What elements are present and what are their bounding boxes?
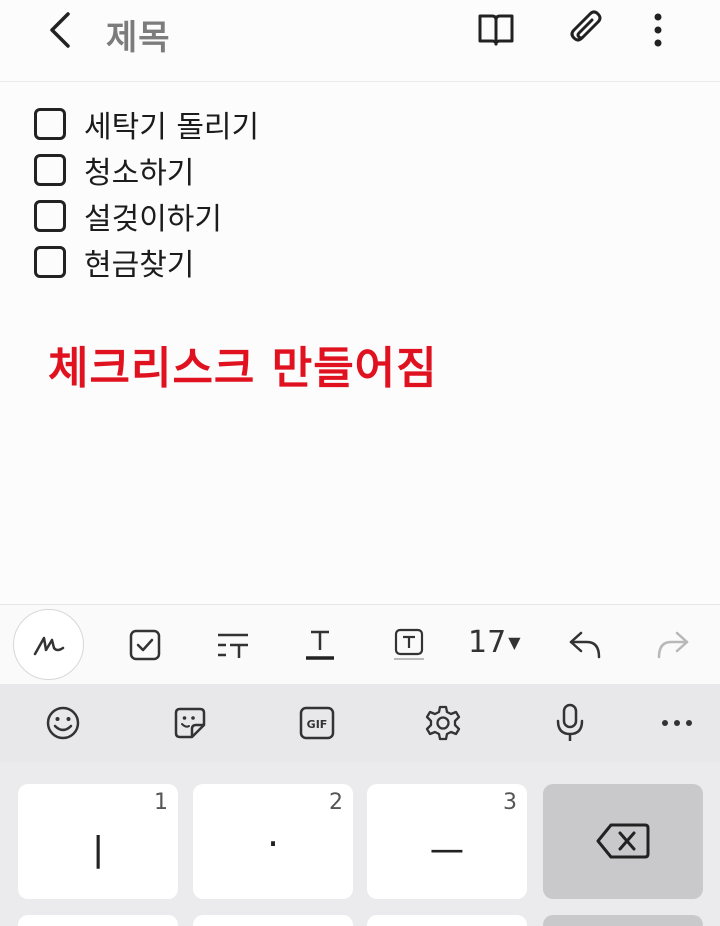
checklist-item[interactable]: 설겆이하기: [34, 193, 259, 239]
sticker-icon[interactable]: [165, 698, 215, 748]
checklist-item[interactable]: 현금찾기: [34, 239, 259, 285]
key-number: 1: [154, 790, 168, 815]
key-3[interactable]: 3 ㅡ: [367, 784, 527, 899]
checkbox[interactable]: [34, 246, 66, 278]
keyboard-toolbar: GIF: [0, 684, 720, 762]
mic-icon[interactable]: [545, 698, 595, 748]
key-partial[interactable]: [543, 915, 703, 926]
checkbox[interactable]: [34, 108, 66, 140]
key-1[interactable]: 1 ㅣ: [18, 784, 178, 899]
checklist-item[interactable]: 청소하기: [34, 147, 259, 193]
checklist: 세탁기 돌리기 청소하기 설겆이하기 현금찾기: [34, 101, 259, 285]
key-partial[interactable]: [193, 915, 353, 926]
backspace-icon: [595, 822, 651, 864]
checkbox[interactable]: [34, 154, 66, 186]
caret-down-icon: ▼: [508, 633, 521, 652]
key-partial[interactable]: [18, 915, 178, 926]
checkbox[interactable]: [34, 200, 66, 232]
key-glyph: ·: [266, 822, 280, 866]
annotation-text: 체크리스크 만들어짐: [48, 343, 438, 394]
key-number: 2: [329, 790, 343, 815]
formatting-toolbar: 17 ▼: [0, 604, 720, 684]
paperclip-icon[interactable]: [564, 8, 608, 52]
settings-icon[interactable]: [418, 698, 468, 748]
text-underline-icon[interactable]: [295, 620, 345, 670]
text-box-icon[interactable]: [384, 620, 434, 670]
checklist-item-label[interactable]: 세탁기 돌리기: [84, 102, 259, 146]
emoji-icon[interactable]: [38, 698, 88, 748]
checklist-item-label[interactable]: 청소하기: [84, 148, 194, 192]
checklist-item[interactable]: 세탁기 돌리기: [34, 101, 259, 147]
key-2[interactable]: 2 ·: [193, 784, 353, 899]
keyboard: 1 ㅣ 2 · 3 ㅡ: [0, 762, 720, 926]
redo-icon[interactable]: [648, 620, 698, 670]
key-glyph: ㅣ: [80, 831, 116, 875]
key-partial[interactable]: [367, 915, 527, 926]
backspace-key[interactable]: [543, 784, 703, 899]
handwriting-icon[interactable]: [13, 609, 84, 680]
font-size-value: 17: [468, 625, 507, 660]
gif-icon[interactable]: GIF: [292, 698, 342, 748]
undo-icon[interactable]: [560, 620, 610, 670]
more-horiz-icon[interactable]: [652, 698, 702, 748]
text-style-icon[interactable]: [208, 620, 258, 670]
gif-label: GIF: [307, 718, 328, 731]
checklist-item-label[interactable]: 현금찾기: [84, 240, 194, 284]
checkbox-icon[interactable]: [120, 620, 170, 670]
font-size-selector[interactable]: 17 ▼: [468, 625, 521, 660]
note-title[interactable]: 제목: [106, 10, 171, 59]
more-vert-icon[interactable]: [636, 8, 680, 52]
key-glyph: ㅡ: [429, 831, 465, 875]
checklist-item-label[interactable]: 설겆이하기: [84, 194, 222, 238]
key-number: 3: [503, 790, 517, 815]
back-icon[interactable]: [38, 8, 82, 52]
book-icon[interactable]: [474, 8, 518, 52]
app-header: 제목: [0, 0, 720, 82]
